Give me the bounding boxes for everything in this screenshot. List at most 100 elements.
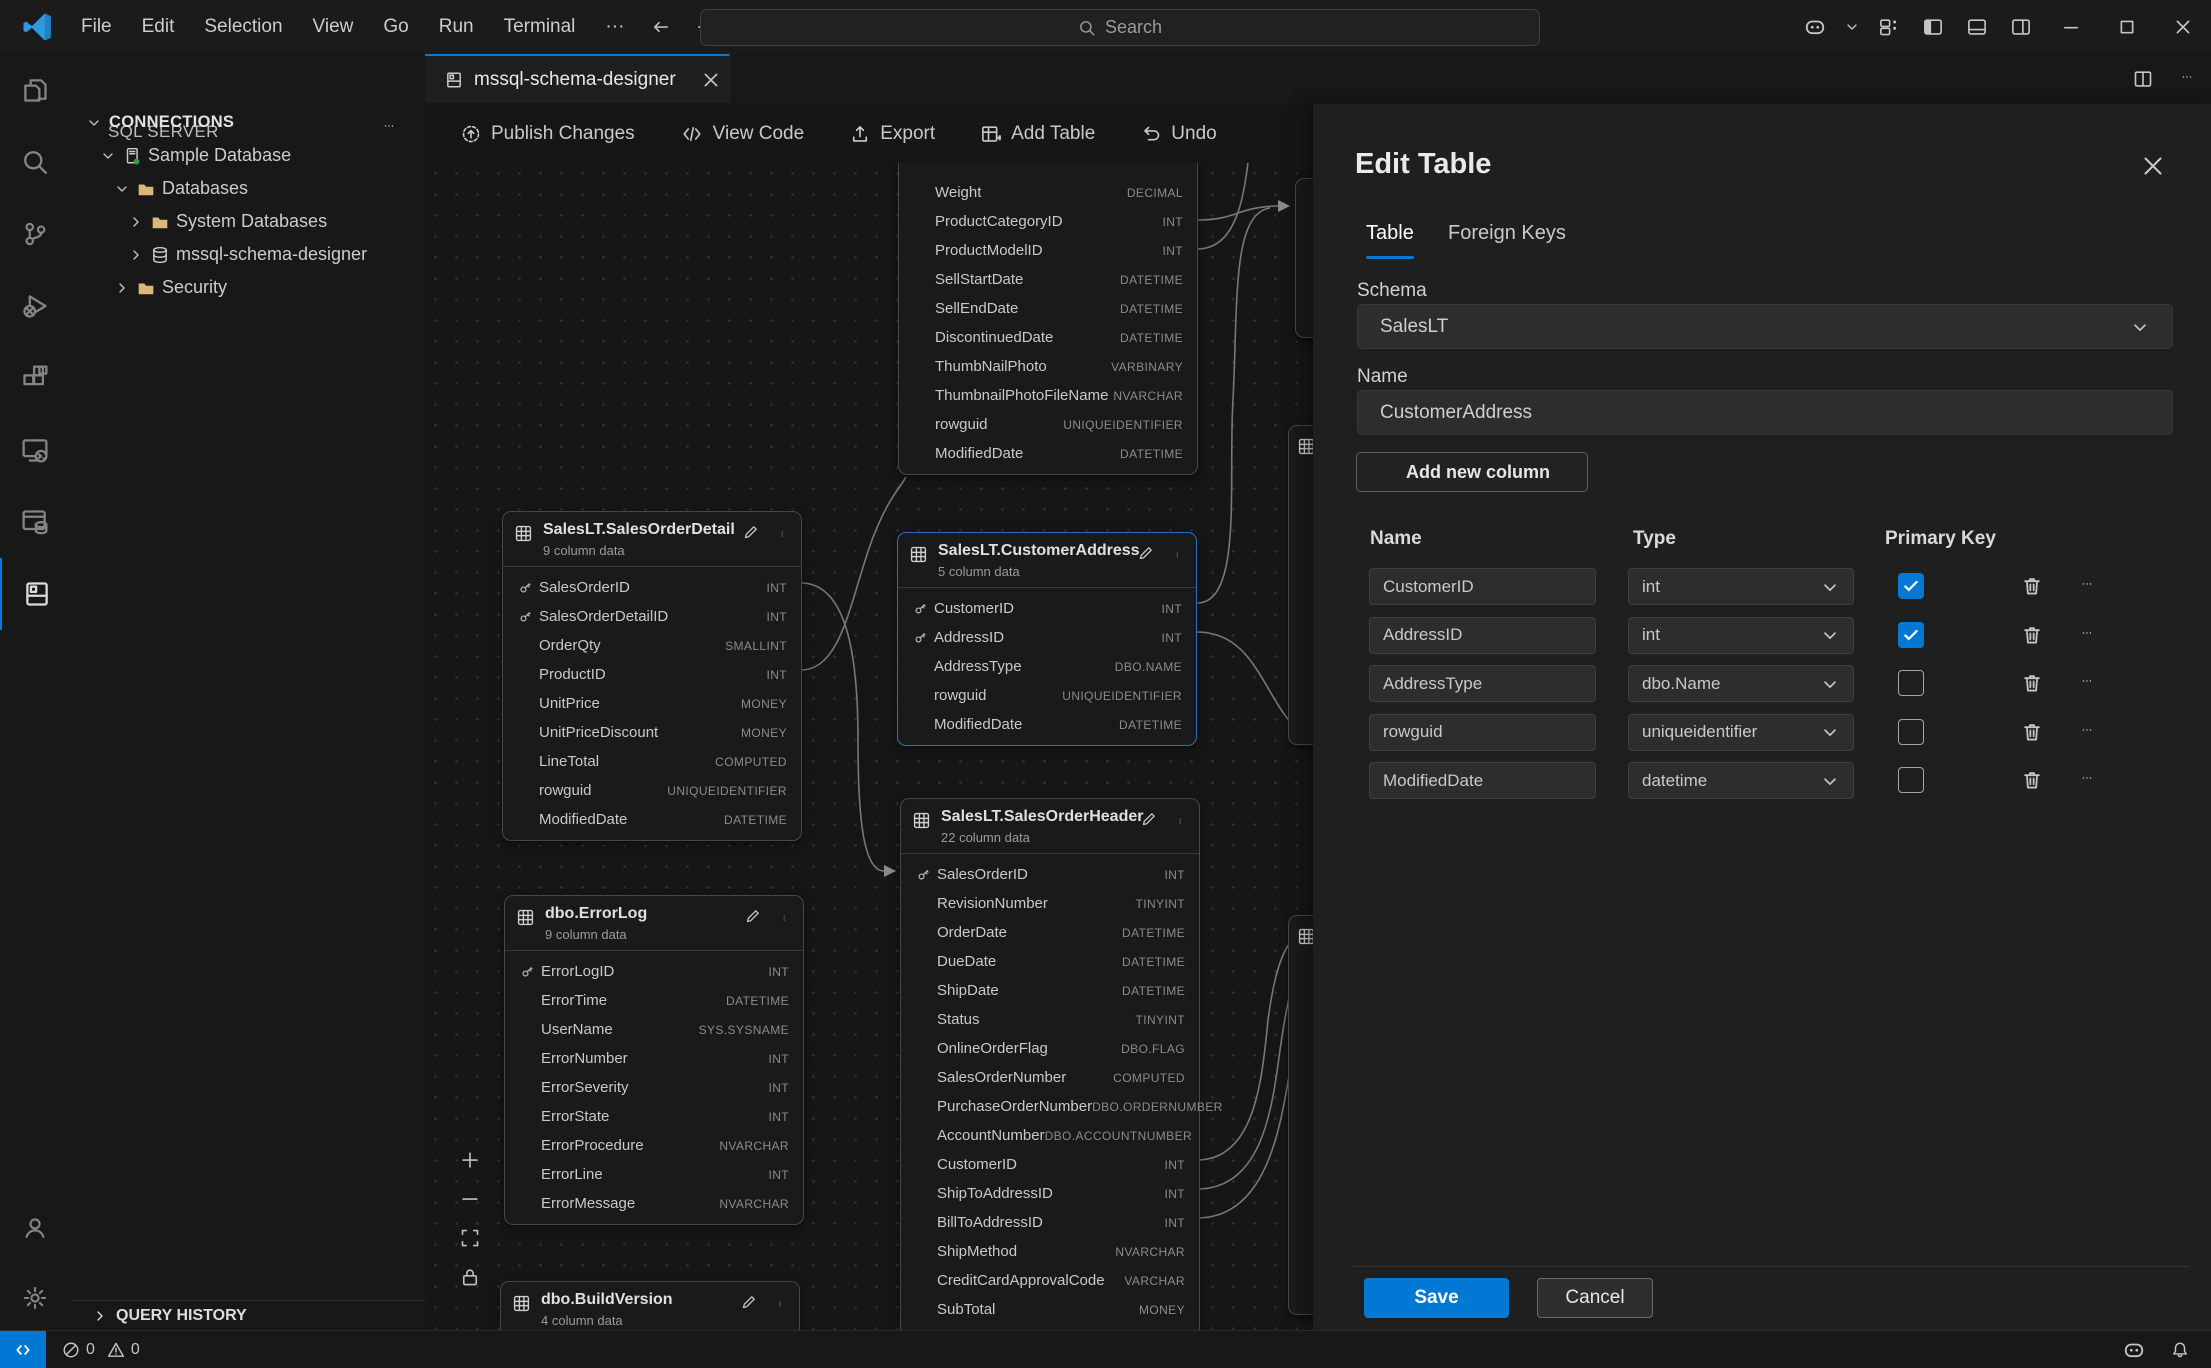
fit-view-button[interactable] [455,1223,485,1253]
customize-layout-icon[interactable] [1867,0,1911,54]
edit-table-icon[interactable] [741,1294,757,1310]
tree-item-sample-database[interactable]: Sample Database [100,139,291,172]
edit-table-icon[interactable] [745,908,761,924]
table-node-sales-order-header[interactable]: SalesLT.SalesOrderHeader22 column dataSa… [900,798,1200,1330]
tree-item-security[interactable]: Security [114,271,227,304]
column-type-dropdown[interactable]: datetime [1628,762,1854,799]
column-more-icon[interactable] [2075,728,2097,736]
activity-remote-explorer[interactable] [0,414,70,486]
notifications-bell-icon[interactable] [2171,1341,2189,1359]
table-node-build-version[interactable]: dbo.BuildVersion4 column data [500,1281,800,1330]
query-history-section[interactable]: QUERY HISTORY [72,1300,425,1330]
tree-item-system-databases[interactable]: System Databases [128,205,327,238]
add-table-button[interactable]: Add Table [981,123,1095,145]
activity-sql-server[interactable] [0,486,70,558]
window-close-button[interactable] [2155,0,2211,54]
primary-key-checkbox[interactable] [1898,622,1924,648]
table-node-customer-address[interactable]: SalesLT.CustomerAddress5 column dataCust… [897,532,1197,746]
delete-column-icon[interactable] [2021,624,2043,646]
publish-changes-button[interactable]: Publish Changes [461,123,635,145]
delete-column-icon[interactable] [2021,769,2043,791]
table-more-icon[interactable] [783,909,789,927]
window-minimize-button[interactable] [2043,0,2099,54]
column-name-input[interactable]: AddressType [1369,665,1596,702]
activity-search[interactable] [0,126,70,198]
table-more-icon[interactable] [779,1295,785,1313]
view-code-button[interactable]: View Code [681,123,805,145]
column-more-icon[interactable] [2075,776,2097,784]
zoom-in-button[interactable] [455,1145,485,1175]
activity-settings[interactable] [0,1262,70,1334]
menu-selection[interactable]: Selection [189,16,297,38]
primary-key-checkbox[interactable] [1898,719,1924,745]
table-node-product-partial[interactable]: WeightDECIMALProductCategoryIDINTProduct… [898,163,1198,475]
primary-key-checkbox[interactable] [1898,767,1924,793]
toggle-sidebar-icon[interactable] [1911,0,1955,54]
delete-column-icon[interactable] [2021,672,2043,694]
activity-run-debug[interactable] [0,270,70,342]
edit-table-icon[interactable] [743,524,759,540]
activity-accounts[interactable] [0,1192,70,1264]
menu-run[interactable]: Run [424,16,489,38]
menu-edit[interactable]: Edit [127,16,190,38]
column-type-dropdown[interactable]: dbo.Name [1628,665,1854,702]
command-center-search[interactable]: Search [700,9,1540,46]
activity-source-control[interactable] [0,198,70,270]
column-type-dropdown[interactable]: uniqueidentifier [1628,714,1854,751]
window-maximize-button[interactable] [2099,0,2155,54]
delete-column-icon[interactable] [2021,721,2043,743]
add-new-column-button[interactable]: Add new column [1356,452,1588,492]
schema-dropdown[interactable]: SalesLT [1357,304,2173,349]
table-more-icon[interactable] [781,525,787,543]
table-name-input[interactable]: CustomerAddress [1357,390,2173,435]
column-name-input[interactable]: rowguid [1369,714,1596,751]
table-node-sales-order-detail[interactable]: SalesLT.SalesOrderDetail9 column dataSal… [502,511,802,841]
column-name-input[interactable]: CustomerID [1369,568,1596,605]
toggle-secondary-sidebar-icon[interactable] [1999,0,2043,54]
table-more-icon[interactable] [1176,546,1182,564]
sidebar-more-actions[interactable] [377,124,399,132]
tree-item-mssql-schema-designer[interactable]: mssql-schema-designer [128,238,367,271]
cancel-button[interactable]: Cancel [1537,1278,1653,1318]
lock-canvas-button[interactable] [455,1262,485,1292]
export-button[interactable]: Export [850,123,935,145]
editor-more-actions-icon[interactable] [2175,75,2197,83]
tree-item-databases[interactable]: Databases [114,172,248,205]
edit-table-icon[interactable] [1141,811,1157,827]
column-more-icon[interactable] [2075,631,2097,639]
activity-extensions[interactable] [0,342,70,414]
column-name-input[interactable]: AddressID [1369,617,1596,654]
undo-button[interactable]: Undo [1141,123,1216,145]
menu-more[interactable]: ··· [590,16,639,38]
menu-view[interactable]: View [298,16,369,38]
edit-table-icon[interactable] [1138,545,1154,561]
menu-file[interactable]: File [66,16,127,38]
menu-go[interactable]: Go [368,16,423,38]
column-name-input[interactable]: ModifiedDate [1369,762,1596,799]
primary-key-checkbox[interactable] [1898,670,1924,696]
problems-indicator[interactable]: 0 0 [62,1341,140,1359]
copilot-icon[interactable] [1793,0,1837,54]
primary-key-checkbox[interactable] [1898,573,1924,599]
remote-indicator[interactable] [0,1331,46,1368]
copilot-chevron-icon[interactable] [1837,0,1867,54]
activity-schema-designer[interactable] [0,558,72,630]
tab-foreign-keys[interactable]: Foreign Keys [1448,222,1566,245]
column-type-dropdown[interactable]: int [1628,568,1854,605]
tab-close-icon[interactable] [701,70,721,90]
column-more-icon[interactable] [2075,582,2097,590]
column-type-dropdown[interactable]: int [1628,617,1854,654]
activity-explorer[interactable] [0,54,70,126]
column-more-icon[interactable] [2075,679,2097,687]
split-editor-icon[interactable] [2133,69,2153,89]
panel-close-icon[interactable] [2141,154,2165,178]
delete-column-icon[interactable] [2021,575,2043,597]
tab-mssql-schema-designer[interactable]: mssql-schema-designer [425,54,730,103]
nav-back-icon[interactable] [639,17,683,37]
table-node-error-log[interactable]: dbo.ErrorLog9 column dataErrorLogIDINTEr… [504,895,804,1225]
tree-item-connections[interactable]: CONNECTIONS [86,106,234,139]
copilot-status-icon[interactable] [2123,1339,2145,1361]
save-button[interactable]: Save [1364,1278,1509,1318]
menu-terminal[interactable]: Terminal [489,16,591,38]
zoom-out-button[interactable] [455,1184,485,1214]
